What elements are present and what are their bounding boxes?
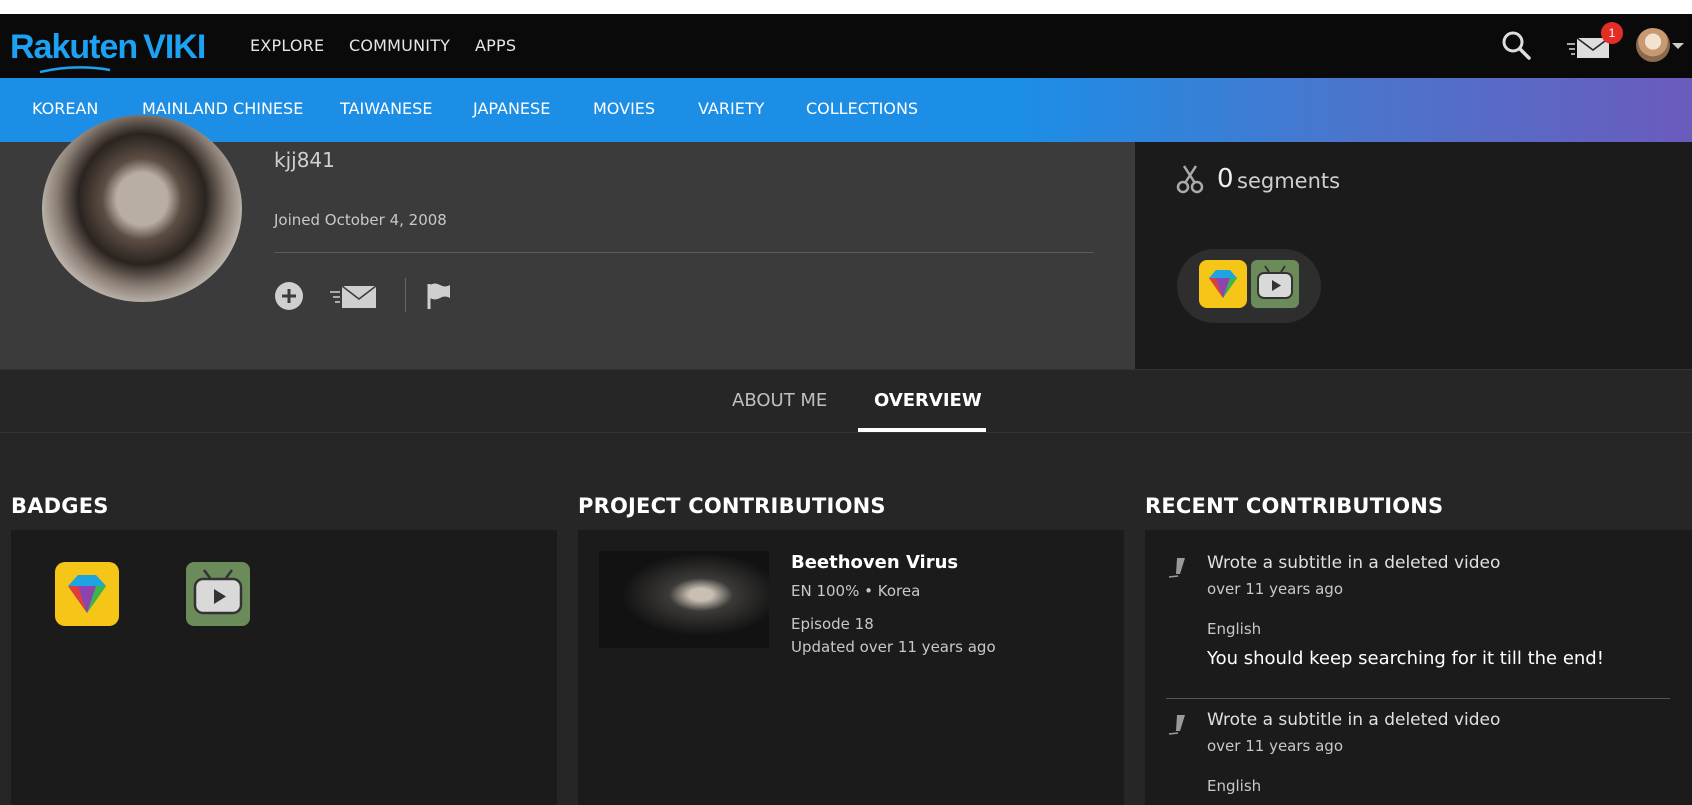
category-korean[interactable]: KOREAN [32, 99, 98, 118]
category-movies[interactable]: MOVIES [593, 99, 655, 118]
diamond-badge-icon[interactable] [1199, 260, 1247, 308]
profile-avatar [42, 115, 242, 302]
logo-rakuten: Rakuten [10, 28, 138, 66]
contribution-divider [1166, 698, 1670, 699]
contribution-time: over 11 years ago [1207, 737, 1344, 755]
project-meta: EN 100% • Korea [791, 582, 921, 600]
chevron-down-icon[interactable] [1672, 43, 1684, 49]
browser-top-strip [0, 0, 1692, 14]
segments-label: segments [1237, 169, 1341, 193]
tab-about-me[interactable]: ABOUT ME [732, 390, 827, 411]
badges-title: BADGES [11, 494, 109, 518]
profile-username: kjj841 [274, 148, 335, 172]
search-icon[interactable] [1500, 29, 1532, 61]
action-separator [405, 278, 406, 312]
logo-swoosh-icon [40, 66, 110, 74]
project-episode: Episode 18 [791, 615, 874, 633]
nav-apps[interactable]: APPS [475, 36, 516, 55]
logo-text: Rakuten VIKI [10, 28, 206, 66]
tab-overview[interactable]: OVERVIEW [874, 390, 982, 411]
diamond-badge-icon[interactable] [55, 562, 119, 626]
tv-badge-icon[interactable] [1251, 260, 1299, 308]
user-avatar-menu[interactable] [1636, 28, 1670, 62]
category-japanese[interactable]: JAPANESE [473, 99, 550, 118]
project-contributions-title: PROJECT CONTRIBUTIONS [578, 494, 886, 518]
message-icon[interactable] [330, 282, 378, 310]
contribution-language: English [1207, 777, 1262, 795]
project-title[interactable]: Beethoven Virus [791, 552, 958, 573]
category-bar: KOREAN MAINLAND CHINESE TAIWANESE JAPANE… [0, 78, 1692, 142]
rakuten-viki-logo[interactable]: Rakuten VIKI [10, 28, 206, 74]
badge-summary [1177, 249, 1321, 323]
logo-viki: VIKI [143, 28, 206, 66]
top-navigation: Rakuten VIKI EXPLORE COMMUNITY APPS 1 [0, 14, 1692, 78]
project-thumbnail[interactable] [599, 551, 769, 648]
category-taiwanese[interactable]: TAIWANESE [340, 99, 432, 118]
project-updated: Updated over 11 years ago [791, 638, 996, 656]
nav-explore[interactable]: EXPLORE [250, 36, 324, 55]
profile-joined-date: Joined October 4, 2008 [274, 211, 447, 229]
contribution-language: English [1207, 620, 1262, 638]
nav-community[interactable]: COMMUNITY [349, 36, 450, 55]
contribution-action: Wrote a subtitle in a deleted video [1207, 710, 1501, 730]
follow-plus-icon[interactable] [274, 281, 304, 311]
notification-badge: 1 [1601, 22, 1623, 44]
contribution-time: over 11 years ago [1207, 580, 1344, 598]
recent-contributions-title: RECENT CONTRIBUTIONS [1145, 494, 1444, 518]
category-collections[interactable]: COLLECTIONS [806, 99, 918, 118]
scissors-icon [1176, 165, 1204, 194]
category-mainland-chinese[interactable]: MAINLAND CHINESE [142, 99, 303, 118]
pen-icon [1168, 558, 1185, 578]
profile-tabs: ABOUT ME OVERVIEW [0, 369, 1692, 433]
flag-icon[interactable] [426, 282, 452, 310]
category-variety[interactable]: VARIETY [698, 99, 764, 118]
profile-divider [274, 252, 1094, 253]
contribution-text: You should keep searching for it till th… [1207, 648, 1604, 669]
pen-icon [1168, 715, 1185, 735]
active-tab-indicator [858, 428, 986, 432]
badges-panel [11, 530, 557, 805]
contribution-action: Wrote a subtitle in a deleted video [1207, 553, 1501, 573]
segments-count: 0 [1217, 164, 1234, 194]
tv-badge-icon[interactable] [186, 562, 250, 626]
